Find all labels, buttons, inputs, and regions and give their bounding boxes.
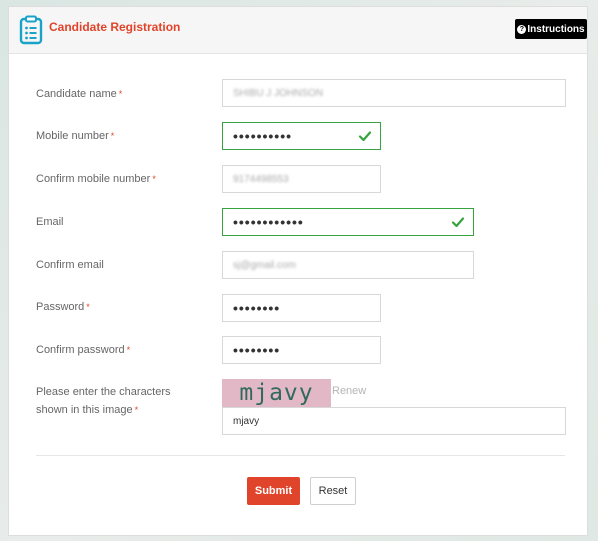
confirm-email-value: sj@gmail.com bbox=[233, 259, 296, 271]
password-label: Password * bbox=[36, 299, 90, 315]
email-value: •••••••••••• bbox=[233, 214, 304, 230]
clipboard-icon bbox=[19, 15, 43, 45]
confirm-password-input[interactable]: •••••••• bbox=[222, 336, 381, 364]
confirm-email-label-text: Confirm email bbox=[36, 259, 104, 271]
candidate-name-value: SHIBU J JOHNSON bbox=[233, 87, 324, 99]
confirm-mobile-input[interactable]: 9174498553 bbox=[222, 165, 381, 193]
candidate-name-label-text: Candidate name bbox=[36, 88, 117, 100]
mobile-number-label-text: Mobile number bbox=[36, 130, 109, 142]
captcha-image: mjavy bbox=[222, 379, 331, 407]
mobile-number-label: Mobile number * bbox=[36, 128, 114, 144]
check-icon bbox=[358, 131, 372, 142]
registration-card: Candidate Registration ? Instructions Can… bbox=[8, 6, 588, 536]
captcha-renew-link[interactable]: Renew bbox=[332, 385, 366, 397]
candidate-name-input[interactable]: SHIBU J JOHNSON bbox=[222, 79, 566, 107]
required-mark: * bbox=[110, 131, 115, 141]
confirm-mobile-label-text: Confirm mobile number bbox=[36, 173, 151, 185]
required-mark: * bbox=[86, 302, 90, 312]
submit-button[interactable]: Submit bbox=[247, 477, 300, 505]
mobile-number-input[interactable]: •••••••••• bbox=[222, 122, 381, 150]
confirm-email-input[interactable]: sj@gmail.com bbox=[222, 251, 474, 279]
page-title: Candidate Registration bbox=[49, 20, 181, 34]
required-mark: * bbox=[152, 174, 156, 184]
required-mark: * bbox=[134, 405, 139, 415]
mobile-number-value: •••••••••• bbox=[233, 128, 293, 144]
captcha-label-line2-wrap: shown in this image * bbox=[36, 402, 171, 418]
captcha-label-line2: shown in this image bbox=[36, 404, 133, 416]
instructions-label: Instructions bbox=[527, 23, 585, 35]
email-label: Email bbox=[36, 214, 64, 230]
password-input[interactable]: •••••••• bbox=[222, 294, 381, 322]
form-header: Candidate Registration ? Instructions bbox=[9, 7, 587, 54]
captcha-input-value: mjavy bbox=[233, 415, 260, 427]
email-label-text: Email bbox=[36, 216, 64, 228]
password-label-text: Password bbox=[36, 301, 85, 313]
captcha-input[interactable]: mjavy bbox=[222, 407, 566, 435]
captcha-label-line1: Please enter the characters bbox=[36, 386, 171, 398]
confirm-mobile-value: 9174498553 bbox=[233, 173, 289, 185]
captcha-label: Please enter the characters shown in thi… bbox=[36, 384, 171, 418]
confirm-password-label-text: Confirm password bbox=[36, 344, 125, 356]
email-input[interactable]: •••••••••••• bbox=[222, 208, 474, 236]
password-value: •••••••• bbox=[233, 300, 281, 316]
check-icon bbox=[451, 217, 465, 228]
reset-button[interactable]: Reset bbox=[310, 477, 356, 505]
question-icon: ? bbox=[517, 24, 527, 34]
instructions-button[interactable]: ? Instructions bbox=[515, 19, 587, 39]
required-mark: * bbox=[126, 345, 131, 355]
confirm-password-value: •••••••• bbox=[233, 342, 281, 358]
required-mark: * bbox=[118, 89, 123, 99]
confirm-mobile-label: Confirm mobile number * bbox=[36, 171, 156, 187]
confirm-email-label: Confirm email bbox=[36, 257, 104, 273]
confirm-password-label: Confirm password * bbox=[36, 342, 130, 358]
candidate-name-label: Candidate name * bbox=[36, 86, 122, 102]
divider bbox=[36, 455, 565, 456]
